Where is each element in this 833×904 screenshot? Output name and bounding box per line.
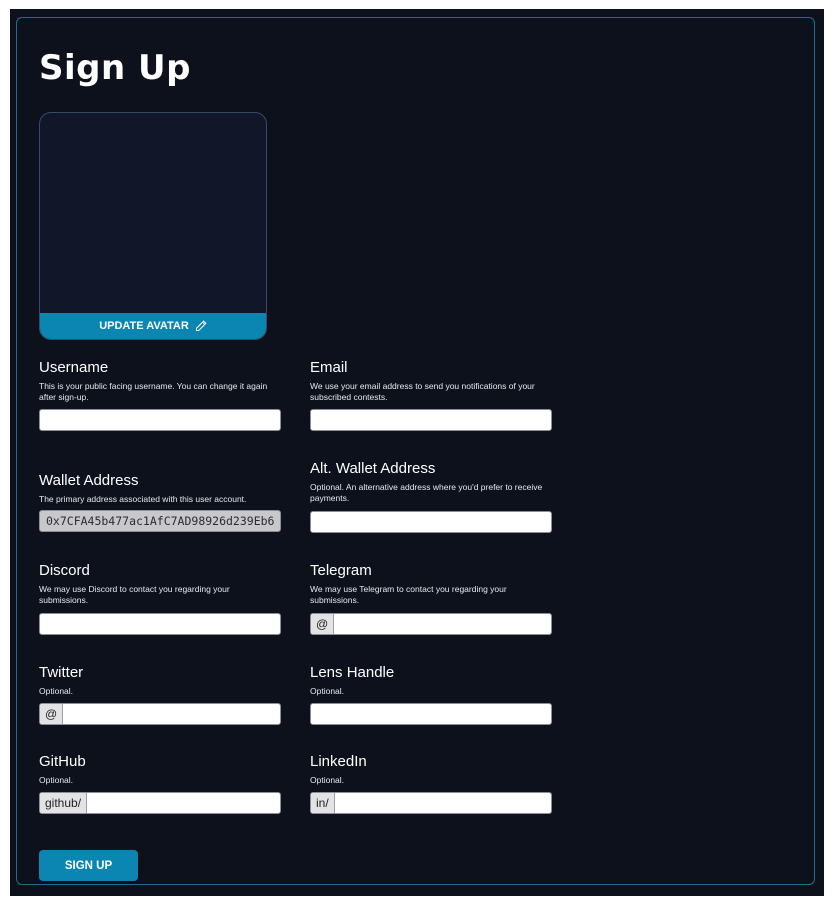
signup-card: Sign Up UPDATE AVATAR Username This is y… (16, 17, 815, 885)
email-label: Email (310, 359, 348, 376)
wallet-field (39, 510, 281, 532)
lens-help: Optional. (310, 686, 345, 696)
discord-help: We may use Discord to contact you regard… (39, 584, 230, 605)
linkedin-field[interactable]: in/ (310, 792, 552, 814)
telegram-field[interactable]: @ (310, 613, 552, 635)
github-prefix: github/ (40, 793, 88, 813)
email-group: Email We use your email address to send … (310, 359, 552, 431)
username-input[interactable] (40, 410, 280, 430)
update-avatar-label: UPDATE AVATAR (99, 320, 189, 332)
discord-label: Discord (39, 562, 90, 579)
username-label: Username (39, 359, 109, 376)
github-group: GitHub Optional. github/ (39, 753, 281, 814)
update-avatar-button[interactable]: UPDATE AVATAR (40, 313, 266, 339)
linkedin-input[interactable] (334, 793, 551, 813)
wallet-label: Wallet Address (39, 472, 139, 489)
lens-input[interactable] (311, 704, 551, 724)
twitter-input[interactable] (63, 704, 280, 724)
alt-wallet-label: Alt. Wallet Address (310, 460, 436, 477)
lens-field[interactable] (310, 703, 552, 725)
discord-field[interactable] (39, 613, 281, 635)
twitter-help: Optional. (39, 686, 74, 696)
twitter-group: Twitter Optional. @ (39, 664, 281, 725)
github-field[interactable]: github/ (39, 792, 281, 814)
discord-input[interactable] (40, 614, 280, 634)
linkedin-help: Optional. (310, 775, 345, 785)
telegram-help: We may use Telegram to contact you regar… (310, 584, 507, 605)
alt-wallet-input[interactable] (311, 512, 551, 532)
page-frame: Sign Up UPDATE AVATAR Username This is y… (10, 9, 824, 896)
email-input[interactable] (311, 410, 551, 430)
alt-wallet-help: Optional. An alternative address where y… (310, 482, 543, 503)
wallet-group: Wallet Address The primary address assoc… (39, 472, 281, 532)
github-help: Optional. (39, 775, 74, 785)
email-field[interactable] (310, 409, 552, 431)
github-label: GitHub (39, 753, 86, 770)
alt-wallet-group: Alt. Wallet Address Optional. An alterna… (310, 460, 552, 533)
twitter-label: Twitter (39, 664, 84, 681)
username-field[interactable] (39, 409, 281, 431)
linkedin-label: LinkedIn (310, 753, 367, 770)
wallet-input (40, 511, 280, 531)
pencil-icon (195, 320, 207, 331)
lens-label: Lens Handle (310, 664, 395, 681)
telegram-prefix: @ (311, 614, 335, 634)
email-help: We use your email address to send you no… (310, 381, 535, 402)
wallet-help: The primary address associated with this… (39, 494, 247, 504)
telegram-input[interactable] (334, 614, 551, 634)
discord-group: Discord We may use Discord to contact yo… (39, 562, 281, 635)
telegram-group: Telegram We may use Telegram to contact … (310, 562, 552, 635)
page-title: Sign Up (39, 48, 191, 88)
username-group: Username This is your public facing user… (39, 359, 281, 431)
avatar-preview: UPDATE AVATAR (39, 112, 267, 340)
linkedin-prefix: in/ (311, 793, 335, 813)
telegram-label: Telegram (310, 562, 372, 579)
twitter-field[interactable]: @ (39, 703, 281, 725)
twitter-prefix: @ (40, 704, 64, 724)
alt-wallet-field[interactable] (310, 511, 552, 533)
github-input[interactable] (87, 793, 280, 813)
linkedin-group: LinkedIn Optional. in/ (310, 753, 552, 814)
sign-up-button[interactable]: SIGN UP (39, 850, 138, 881)
username-help: This is your public facing username. You… (39, 381, 268, 402)
lens-group: Lens Handle Optional. (310, 664, 552, 725)
